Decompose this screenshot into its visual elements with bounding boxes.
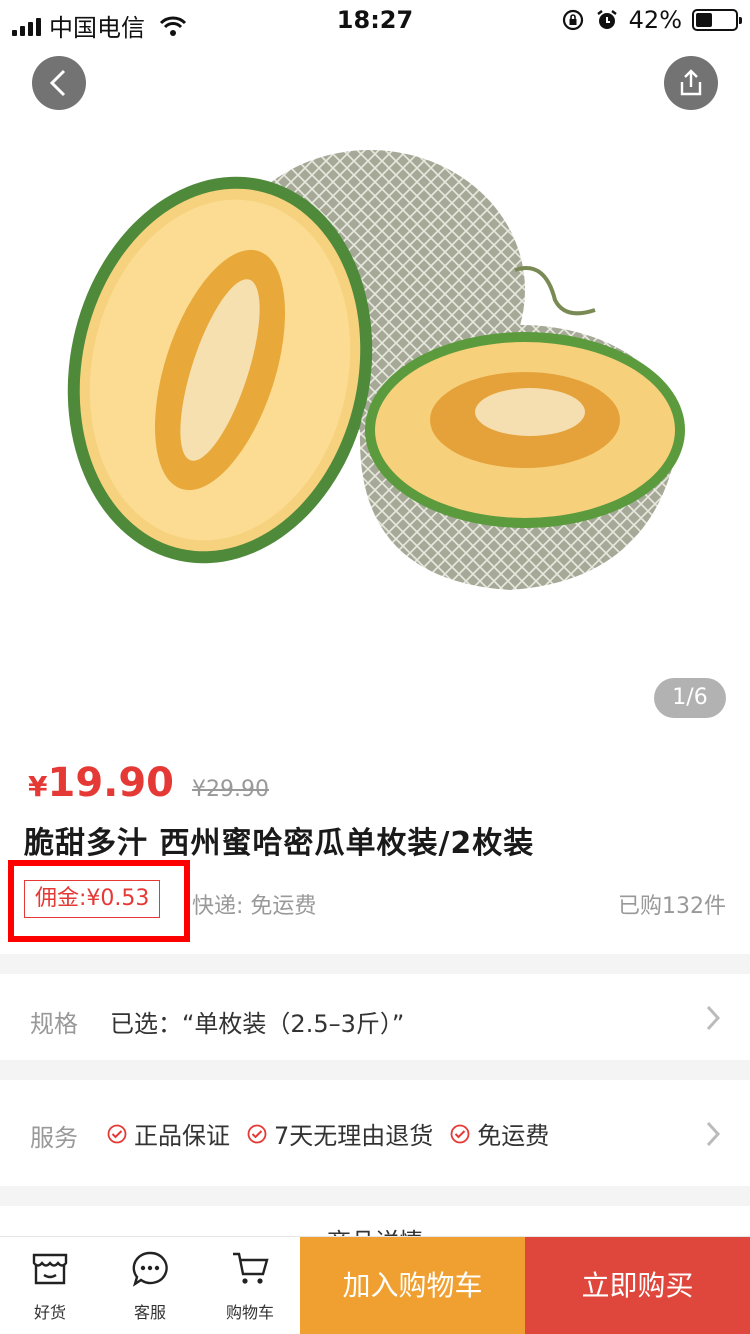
check-circle-icon bbox=[247, 1124, 267, 1143]
check-circle-icon bbox=[450, 1124, 470, 1143]
chevron-right-icon bbox=[706, 1121, 721, 1147]
product-image bbox=[67, 150, 685, 590]
service-item: 7天无理由退货 bbox=[246, 1116, 433, 1151]
spec-row[interactable]: 规格 已选：“单枚装（2.5–3斤）” bbox=[0, 974, 750, 1060]
add-to-cart-button[interactable]: 加入购物车 bbox=[300, 1237, 525, 1334]
current-price: ¥19.90 bbox=[28, 760, 174, 806]
sold-count: 已购132件 bbox=[618, 894, 726, 919]
spec-label: 规格 bbox=[30, 1010, 78, 1038]
battery-percent: 42% bbox=[628, 6, 682, 34]
cart-icon bbox=[233, 1252, 269, 1284]
share-button[interactable] bbox=[664, 56, 718, 110]
back-button[interactable] bbox=[32, 56, 86, 110]
product-meta-row: 佣金:¥0.53 快递: 免运费 已购132件 bbox=[0, 860, 750, 944]
original-price: ¥29.90 bbox=[192, 777, 269, 802]
tab-label: 购物车 bbox=[225, 1303, 274, 1322]
battery-icon bbox=[692, 9, 742, 31]
section-divider bbox=[0, 1060, 750, 1080]
commission-badge: 佣金:¥0.53 bbox=[24, 880, 161, 918]
price-row: ¥19.90 ¥29.90 bbox=[28, 760, 269, 806]
service-item: 正品保证 bbox=[106, 1116, 230, 1151]
spec-value: 已选：“单枚装（2.5–3斤）” bbox=[110, 1010, 405, 1038]
service-item: 免运费 bbox=[449, 1116, 549, 1151]
service-item-label: 正品保证 bbox=[134, 1122, 230, 1150]
tab-cart[interactable]: 购物车 bbox=[200, 1249, 300, 1323]
tab-label: 客服 bbox=[133, 1303, 166, 1322]
bottom-action-bar: 好货 客服 购物车 加入购物车 立即购买 bbox=[0, 1236, 750, 1334]
share-icon bbox=[680, 69, 702, 96]
shipping-info: 快递: 免运费 bbox=[192, 894, 317, 919]
buy-now-button[interactable]: 立即购买 bbox=[525, 1237, 750, 1334]
alarm-icon bbox=[596, 10, 617, 29]
store-icon bbox=[32, 1253, 68, 1285]
rotation-lock-icon bbox=[562, 9, 583, 31]
chat-icon bbox=[132, 1251, 168, 1287]
chevron-right-icon bbox=[706, 1005, 721, 1031]
status-bar: 中国电信 18:27 42% bbox=[0, 0, 750, 42]
tab-label: 好货 bbox=[33, 1303, 66, 1322]
tab-customer-service[interactable]: 客服 bbox=[100, 1249, 200, 1323]
service-label: 服务 bbox=[30, 1124, 78, 1152]
service-item-label: 7天无理由退货 bbox=[274, 1122, 434, 1150]
section-divider bbox=[0, 1186, 750, 1206]
tab-store[interactable]: 好货 bbox=[0, 1249, 100, 1323]
service-item-label: 免运费 bbox=[477, 1122, 550, 1150]
product-image-gallery[interactable]: 1/6 bbox=[0, 0, 750, 742]
check-circle-icon bbox=[107, 1124, 127, 1143]
service-row[interactable]: 服务 正品保证 7天无理由退货 免运费 bbox=[0, 1080, 750, 1186]
price-value: 19.90 bbox=[47, 760, 175, 806]
product-title: 脆甜多汁 西州蜜哈密瓜单枚装/2枚装 bbox=[24, 826, 535, 861]
currency-symbol: ¥ bbox=[28, 770, 48, 803]
section-divider bbox=[0, 954, 750, 974]
chevron-left-icon bbox=[49, 69, 66, 97]
image-page-indicator: 1/6 bbox=[654, 678, 726, 718]
service-list: 正品保证 7天无理由退货 免运费 bbox=[106, 1116, 549, 1151]
